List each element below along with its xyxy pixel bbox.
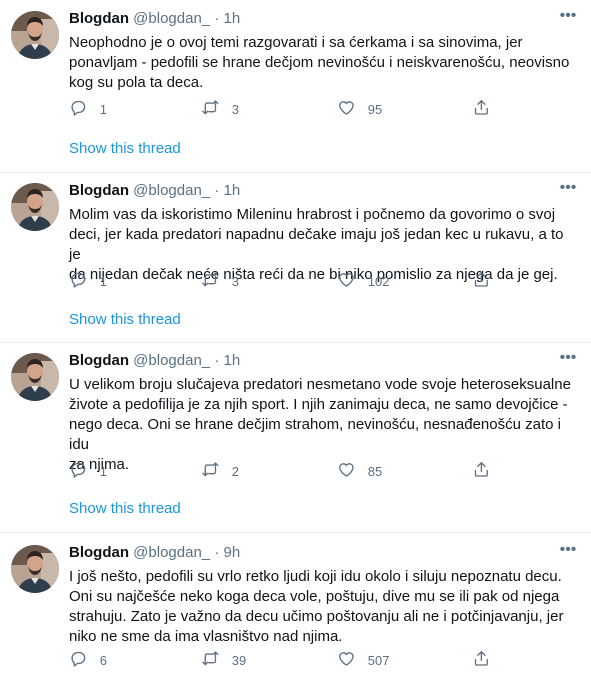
reply-icon	[69, 460, 88, 482]
like-button[interactable]: 507	[337, 650, 389, 670]
tweet-text: Neophodno je o ovoj temi razgovarati i s…	[69, 33, 579, 93]
tweet-text-line: živote a pedofilija je za njih sport. I …	[69, 396, 568, 413]
tweet-text-line: Neophodno je o ovoj temi razgovarati i s…	[69, 34, 523, 51]
separator-dot: ·	[214, 10, 220, 27]
like-count: 95	[367, 101, 383, 117]
reply-icon	[69, 98, 88, 120]
share-icon	[472, 98, 491, 120]
heart-icon	[337, 649, 356, 671]
share-button[interactable]	[472, 271, 491, 291]
tweet-text: U velikom broju slučajeva predatori nesm…	[69, 375, 579, 475]
tweet-text: I još nešto, pedofili su vrlo retko ljud…	[69, 567, 579, 647]
tweet-header: Blogdan @blogdan_ · 1h	[69, 9, 240, 29]
retweet-button[interactable]: 3	[201, 99, 239, 119]
separator-dot: ·	[214, 352, 220, 369]
tweet-header: Blogdan @blogdan_ · 1h	[69, 181, 240, 201]
author-handle[interactable]: @blogdan_	[133, 352, 210, 369]
like-button[interactable]: 102	[337, 271, 389, 291]
author-name[interactable]: Blogdan	[69, 352, 129, 369]
tweet-text-line: nego deca. Oni se hrane dečjim strahom, …	[69, 416, 561, 453]
author-handle[interactable]: @blogdan_	[133, 182, 210, 199]
like-count: 507	[367, 652, 390, 668]
like-count: 102	[367, 273, 390, 289]
retweet-count: 3	[231, 273, 239, 289]
more-icon[interactable]: •••	[557, 180, 579, 201]
retweet-icon	[201, 460, 220, 482]
tweet-text-line: kog su pola ta deca.	[69, 74, 204, 91]
reply-count: 1	[99, 101, 107, 117]
retweet-button[interactable]: 39	[201, 650, 246, 670]
show-thread-link[interactable]: Show this thread	[69, 499, 181, 519]
timestamp[interactable]: 9h	[223, 544, 240, 561]
avatar[interactable]	[11, 11, 59, 59]
share-button[interactable]	[472, 99, 491, 119]
show-thread-link[interactable]: Show this thread	[69, 310, 181, 330]
retweet-icon	[201, 270, 220, 292]
retweet-count: 39	[231, 652, 247, 668]
heart-icon	[337, 460, 356, 482]
like-button[interactable]: 85	[337, 461, 382, 481]
author-handle[interactable]: @blogdan_	[133, 10, 210, 27]
tweet-feed: Blogdan @blogdan_ · 1h ••• Neophodno je o …	[0, 0, 591, 681]
reply-button[interactable]: 1	[69, 271, 107, 291]
tweet-text-line: I još nešto, pedofili su vrlo retko ljud…	[69, 568, 562, 585]
tweet-divider	[0, 532, 591, 533]
reply-button[interactable]: 1	[69, 461, 107, 481]
tweet-text-line: deci, jer kada predatori napadnu dečake …	[69, 226, 564, 263]
reply-count: 1	[99, 463, 107, 479]
timestamp[interactable]: 1h	[223, 182, 240, 199]
tweet-actions: 1 2 85	[69, 461, 569, 481]
retweet-count: 2	[231, 463, 239, 479]
tweet-text-line: ponavljam - pedofili se hrane dečjom nev…	[69, 54, 570, 71]
avatar[interactable]	[11, 545, 59, 593]
reply-count: 6	[99, 652, 107, 668]
tweet-text-line: Oni su najčešće neko koga deca vole, poš…	[69, 588, 560, 605]
timestamp[interactable]: 1h	[223, 10, 240, 27]
show-thread-link[interactable]: Show this thread	[69, 139, 181, 159]
tweet-actions: 1 3 95	[69, 99, 569, 119]
avatar[interactable]	[11, 353, 59, 401]
tweet-actions: 1 3 102	[69, 271, 569, 291]
reply-button[interactable]: 1	[69, 99, 107, 119]
reply-button[interactable]: 6	[69, 650, 107, 670]
like-button[interactable]: 95	[337, 99, 382, 119]
share-button[interactable]	[472, 650, 491, 670]
author-name[interactable]: Blogdan	[69, 182, 129, 199]
timestamp[interactable]: 1h	[223, 352, 240, 369]
tweet-header: Blogdan @blogdan_ · 9h	[69, 543, 240, 563]
retweet-button[interactable]: 2	[201, 461, 239, 481]
tweet-text-line: niko ne sme da ima vlasništvo nad njima.	[69, 628, 343, 645]
separator-dot: ·	[214, 182, 220, 199]
tweet-actions: 6 39 507	[69, 650, 569, 670]
tweet-text-line: strahuju. Zato je važno da decu učimo po…	[69, 608, 564, 625]
tweet-divider	[0, 172, 591, 173]
tweet-text-line: Molim vas da iskoristimo Mileninu hrabro…	[69, 206, 556, 223]
heart-icon	[337, 270, 356, 292]
tweet-header: Blogdan @blogdan_ · 1h	[69, 351, 240, 371]
share-icon	[472, 649, 491, 671]
reply-count: 1	[99, 273, 107, 289]
author-handle[interactable]: @blogdan_	[133, 544, 210, 561]
more-icon[interactable]: •••	[557, 542, 579, 563]
retweet-button[interactable]: 3	[201, 271, 239, 291]
share-icon	[472, 460, 491, 482]
like-count: 85	[367, 463, 383, 479]
retweet-icon	[201, 649, 220, 671]
heart-icon	[337, 98, 356, 120]
author-name[interactable]: Blogdan	[69, 544, 129, 561]
share-icon	[472, 270, 491, 292]
reply-icon	[69, 649, 88, 671]
retweet-count: 3	[231, 101, 239, 117]
separator-dot: ·	[214, 544, 220, 561]
tweet-text-line: U velikom broju slučajeva predatori nesm…	[69, 376, 571, 393]
share-button[interactable]	[472, 461, 491, 481]
more-icon[interactable]: •••	[557, 8, 579, 29]
more-icon[interactable]: •••	[557, 350, 579, 371]
retweet-icon	[201, 98, 220, 120]
author-name[interactable]: Blogdan	[69, 10, 129, 27]
avatar[interactable]	[11, 183, 59, 231]
reply-icon	[69, 270, 88, 292]
tweet-divider	[0, 342, 591, 343]
